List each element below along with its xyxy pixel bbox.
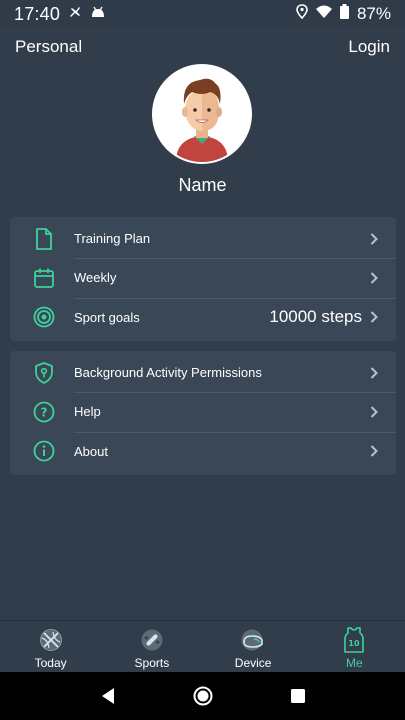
nav-label: Today (34, 656, 67, 670)
battery-icon (339, 4, 349, 24)
location-icon (296, 4, 308, 24)
chevron-right-icon (370, 445, 380, 457)
jersey-icon: 10 (341, 627, 367, 653)
menu-item-label: Training Plan (74, 231, 151, 247)
menu-card-secondary: Background Activity Permissions ? Help A… (10, 351, 396, 475)
basketball-icon (38, 627, 64, 653)
nav-tab-device[interactable]: Device (203, 621, 304, 672)
battery-percent: 87% (356, 4, 391, 23)
system-nav-bar (0, 672, 405, 720)
chevron-right-icon (370, 311, 380, 323)
wifi-icon (315, 5, 332, 23)
chevron-right-icon (370, 366, 380, 379)
airplane-notification-icon (68, 5, 82, 24)
menu-item-label: Weekly (74, 270, 117, 286)
login-button[interactable]: Login (348, 37, 390, 57)
document-icon (32, 227, 56, 251)
bottom-nav: Today Sports Device 10 Me (0, 620, 405, 672)
avatar[interactable] (152, 64, 252, 164)
chevron-right-icon (370, 272, 380, 284)
menu-item-help[interactable]: ? Help (10, 392, 396, 431)
home-icon[interactable] (188, 681, 218, 711)
menu-item-training-plan[interactable]: Training Plan (10, 219, 396, 258)
chevron-right-icon (370, 406, 380, 418)
menu-card-primary: Training Plan Weekly Sport goals 10000 s… (10, 217, 396, 341)
menu-item-label: Help (74, 404, 101, 420)
menu-item-sport-goals[interactable]: Sport goals 10000 steps (10, 297, 396, 337)
nav-tab-sports[interactable]: Sports (101, 621, 202, 672)
recents-icon[interactable] (283, 681, 313, 711)
page-title: Personal (15, 37, 83, 56)
menu-item-about[interactable]: About (10, 431, 396, 471)
help-icon: ? (32, 400, 56, 424)
calendar-icon (32, 266, 56, 290)
menu-item-background-permissions[interactable]: Background Activity Permissions (10, 353, 396, 392)
status-bar: 17:40 87% (0, 0, 405, 28)
top-bar: Personal Login (0, 34, 405, 60)
chevron-right-icon (370, 232, 380, 245)
svg-text:?: ? (41, 405, 48, 419)
status-time: 17:40 (14, 3, 61, 24)
nav-tab-me[interactable]: 10 Me (304, 621, 405, 672)
device-icon (240, 627, 266, 653)
menu-item-label: Sport goals (74, 309, 140, 325)
menu-item-weekly[interactable]: Weekly (10, 258, 396, 297)
menu-item-label: About (74, 443, 108, 459)
back-icon[interactable] (93, 681, 123, 711)
target-icon (32, 305, 56, 329)
menu-item-label: Background Activity Permissions (74, 365, 262, 381)
profile-name[interactable]: Name (0, 175, 405, 196)
sport-goals-value: 10000 steps (269, 307, 362, 327)
nav-label: Device (234, 656, 272, 670)
android-notification-icon (90, 5, 106, 24)
sports-icon (139, 627, 165, 653)
info-icon (32, 439, 56, 463)
nav-label: Me (346, 656, 363, 670)
nav-label: Sports (134, 656, 170, 670)
nav-tab-today[interactable]: Today (0, 621, 101, 672)
jersey-number: 10 (349, 639, 361, 648)
shield-icon (32, 361, 56, 385)
